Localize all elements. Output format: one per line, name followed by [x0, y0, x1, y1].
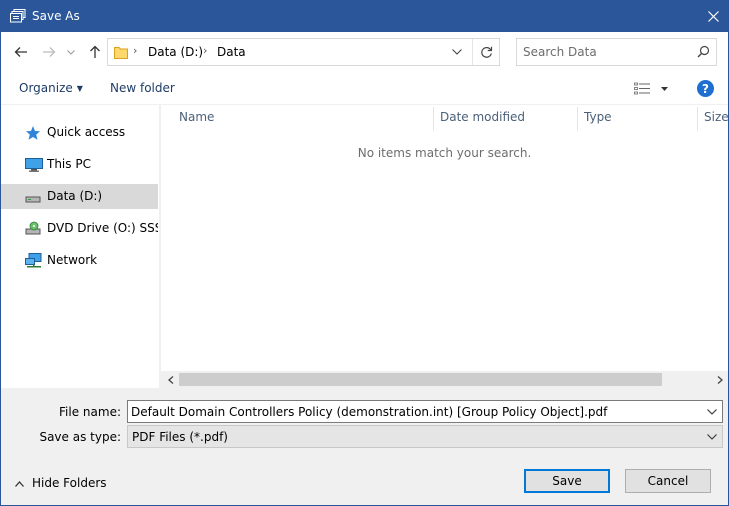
close-button[interactable] [698, 1, 728, 32]
navigation-pane: Quick access This PC Data (D:) DVD Drive… [1, 105, 160, 388]
scrollbar-thumb[interactable] [179, 373, 662, 386]
save-button[interactable]: Save [524, 469, 610, 493]
address-row: › Data (D:) › Data [1, 32, 728, 72]
search-box[interactable] [516, 38, 717, 66]
nav-item-label: Network [47, 253, 98, 267]
save-as-dialog: Save As › Data (D:) › Data Search Data O… [0, 0, 729, 506]
arrow-up-icon [90, 45, 100, 58]
window-title: Save As [32, 9, 80, 23]
network-icon [25, 253, 43, 269]
nav-item-quick-access[interactable]: Quick access [1, 120, 158, 145]
search-input[interactable] [523, 44, 693, 60]
title-bar[interactable]: Save As [1, 1, 728, 32]
up-button[interactable] [86, 42, 104, 62]
change-view-button[interactable] [634, 82, 670, 96]
drive-icon [25, 189, 43, 205]
column-header-size[interactable]: Size [704, 110, 728, 124]
column-divider[interactable] [433, 107, 434, 131]
empty-list-message: No items match your search. [357, 146, 532, 160]
file-name-label: File name: [59, 405, 121, 419]
chevron-right-icon[interactable]: › [133, 44, 137, 57]
command-toolbar: Organize ▼ New folder ? [1, 72, 728, 105]
save-as-type-value: PDF Files (*.pdf) [132, 430, 228, 444]
column-divider[interactable] [577, 107, 578, 131]
chevron-right-icon[interactable]: › [203, 44, 207, 57]
address-dropdown-button[interactable] [445, 39, 469, 65]
chevron-down-icon [707, 409, 717, 415]
horizontal-scrollbar[interactable] [161, 371, 728, 388]
file-name-combo[interactable] [127, 400, 723, 423]
column-divider[interactable] [697, 107, 698, 131]
nav-item-label: Data (D:) [47, 189, 103, 203]
hide-folders-button[interactable]: Hide Folders [15, 476, 107, 490]
organize-button[interactable]: Organize ▼ [19, 81, 83, 95]
cancel-button[interactable]: Cancel [625, 469, 711, 493]
dvd-drive-icon [25, 221, 43, 237]
file-list[interactable]: ^ Name Date modified Type Size No items … [161, 105, 728, 371]
nav-item-network[interactable]: Network [1, 248, 158, 273]
recent-locations-button[interactable] [65, 42, 77, 62]
star-icon [25, 125, 43, 141]
forward-button[interactable] [40, 42, 58, 62]
caret-down-icon: ▼ [76, 84, 83, 93]
arrow-left-icon [14, 47, 27, 57]
folder-icon [114, 45, 128, 62]
column-header-date-modified[interactable]: Date modified [440, 110, 525, 124]
breadcrumb-data-drive[interactable]: Data (D:) [148, 45, 203, 59]
nav-item-this-pc[interactable]: This PC [1, 152, 158, 177]
close-icon [707, 11, 719, 22]
save-as-type-label: Save as type: [39, 430, 121, 444]
scroll-left-icon[interactable] [162, 374, 179, 385]
refresh-icon [481, 46, 493, 58]
arrow-right-icon [43, 47, 56, 57]
file-name-input[interactable] [131, 404, 701, 420]
organize-label: Organize [19, 81, 73, 95]
file-name-dropdown-button[interactable] [705, 405, 719, 419]
refresh-button[interactable] [472, 39, 500, 65]
nav-item-dvd-drive[interactable]: DVD Drive (O:) SSS_X6 [1, 216, 158, 241]
chevron-down-icon [67, 49, 75, 55]
help-button[interactable]: ? [697, 80, 714, 97]
breadcrumb-data-folder[interactable]: Data [217, 45, 246, 59]
nav-item-label: Quick access [47, 125, 126, 139]
new-folder-button[interactable]: New folder [110, 81, 175, 95]
address-bar[interactable]: › Data (D:) › Data [107, 38, 500, 66]
back-button[interactable] [12, 42, 30, 62]
search-icon[interactable] [697, 45, 710, 61]
hide-folders-label: Hide Folders [32, 476, 107, 490]
save-as-app-icon [10, 9, 26, 23]
nav-item-label: This PC [47, 157, 91, 171]
computer-icon [25, 157, 43, 173]
chevron-down-icon [452, 49, 462, 55]
nav-item-label: DVD Drive (O:) SSS_X6 [47, 221, 158, 235]
details-view-icon [634, 82, 668, 95]
column-header-type[interactable]: Type [584, 110, 612, 124]
chevron-down-icon [707, 434, 717, 440]
scroll-right-icon[interactable] [711, 374, 728, 385]
save-as-type-select[interactable]: PDF Files (*.pdf) [127, 425, 723, 448]
column-header-name[interactable]: Name [179, 110, 214, 124]
sort-ascending-icon: ^ [298, 105, 306, 111]
save-as-type-dropdown-button[interactable] [705, 430, 719, 444]
chevron-up-icon [15, 476, 24, 490]
nav-item-data-drive[interactable]: Data (D:) [1, 184, 158, 209]
